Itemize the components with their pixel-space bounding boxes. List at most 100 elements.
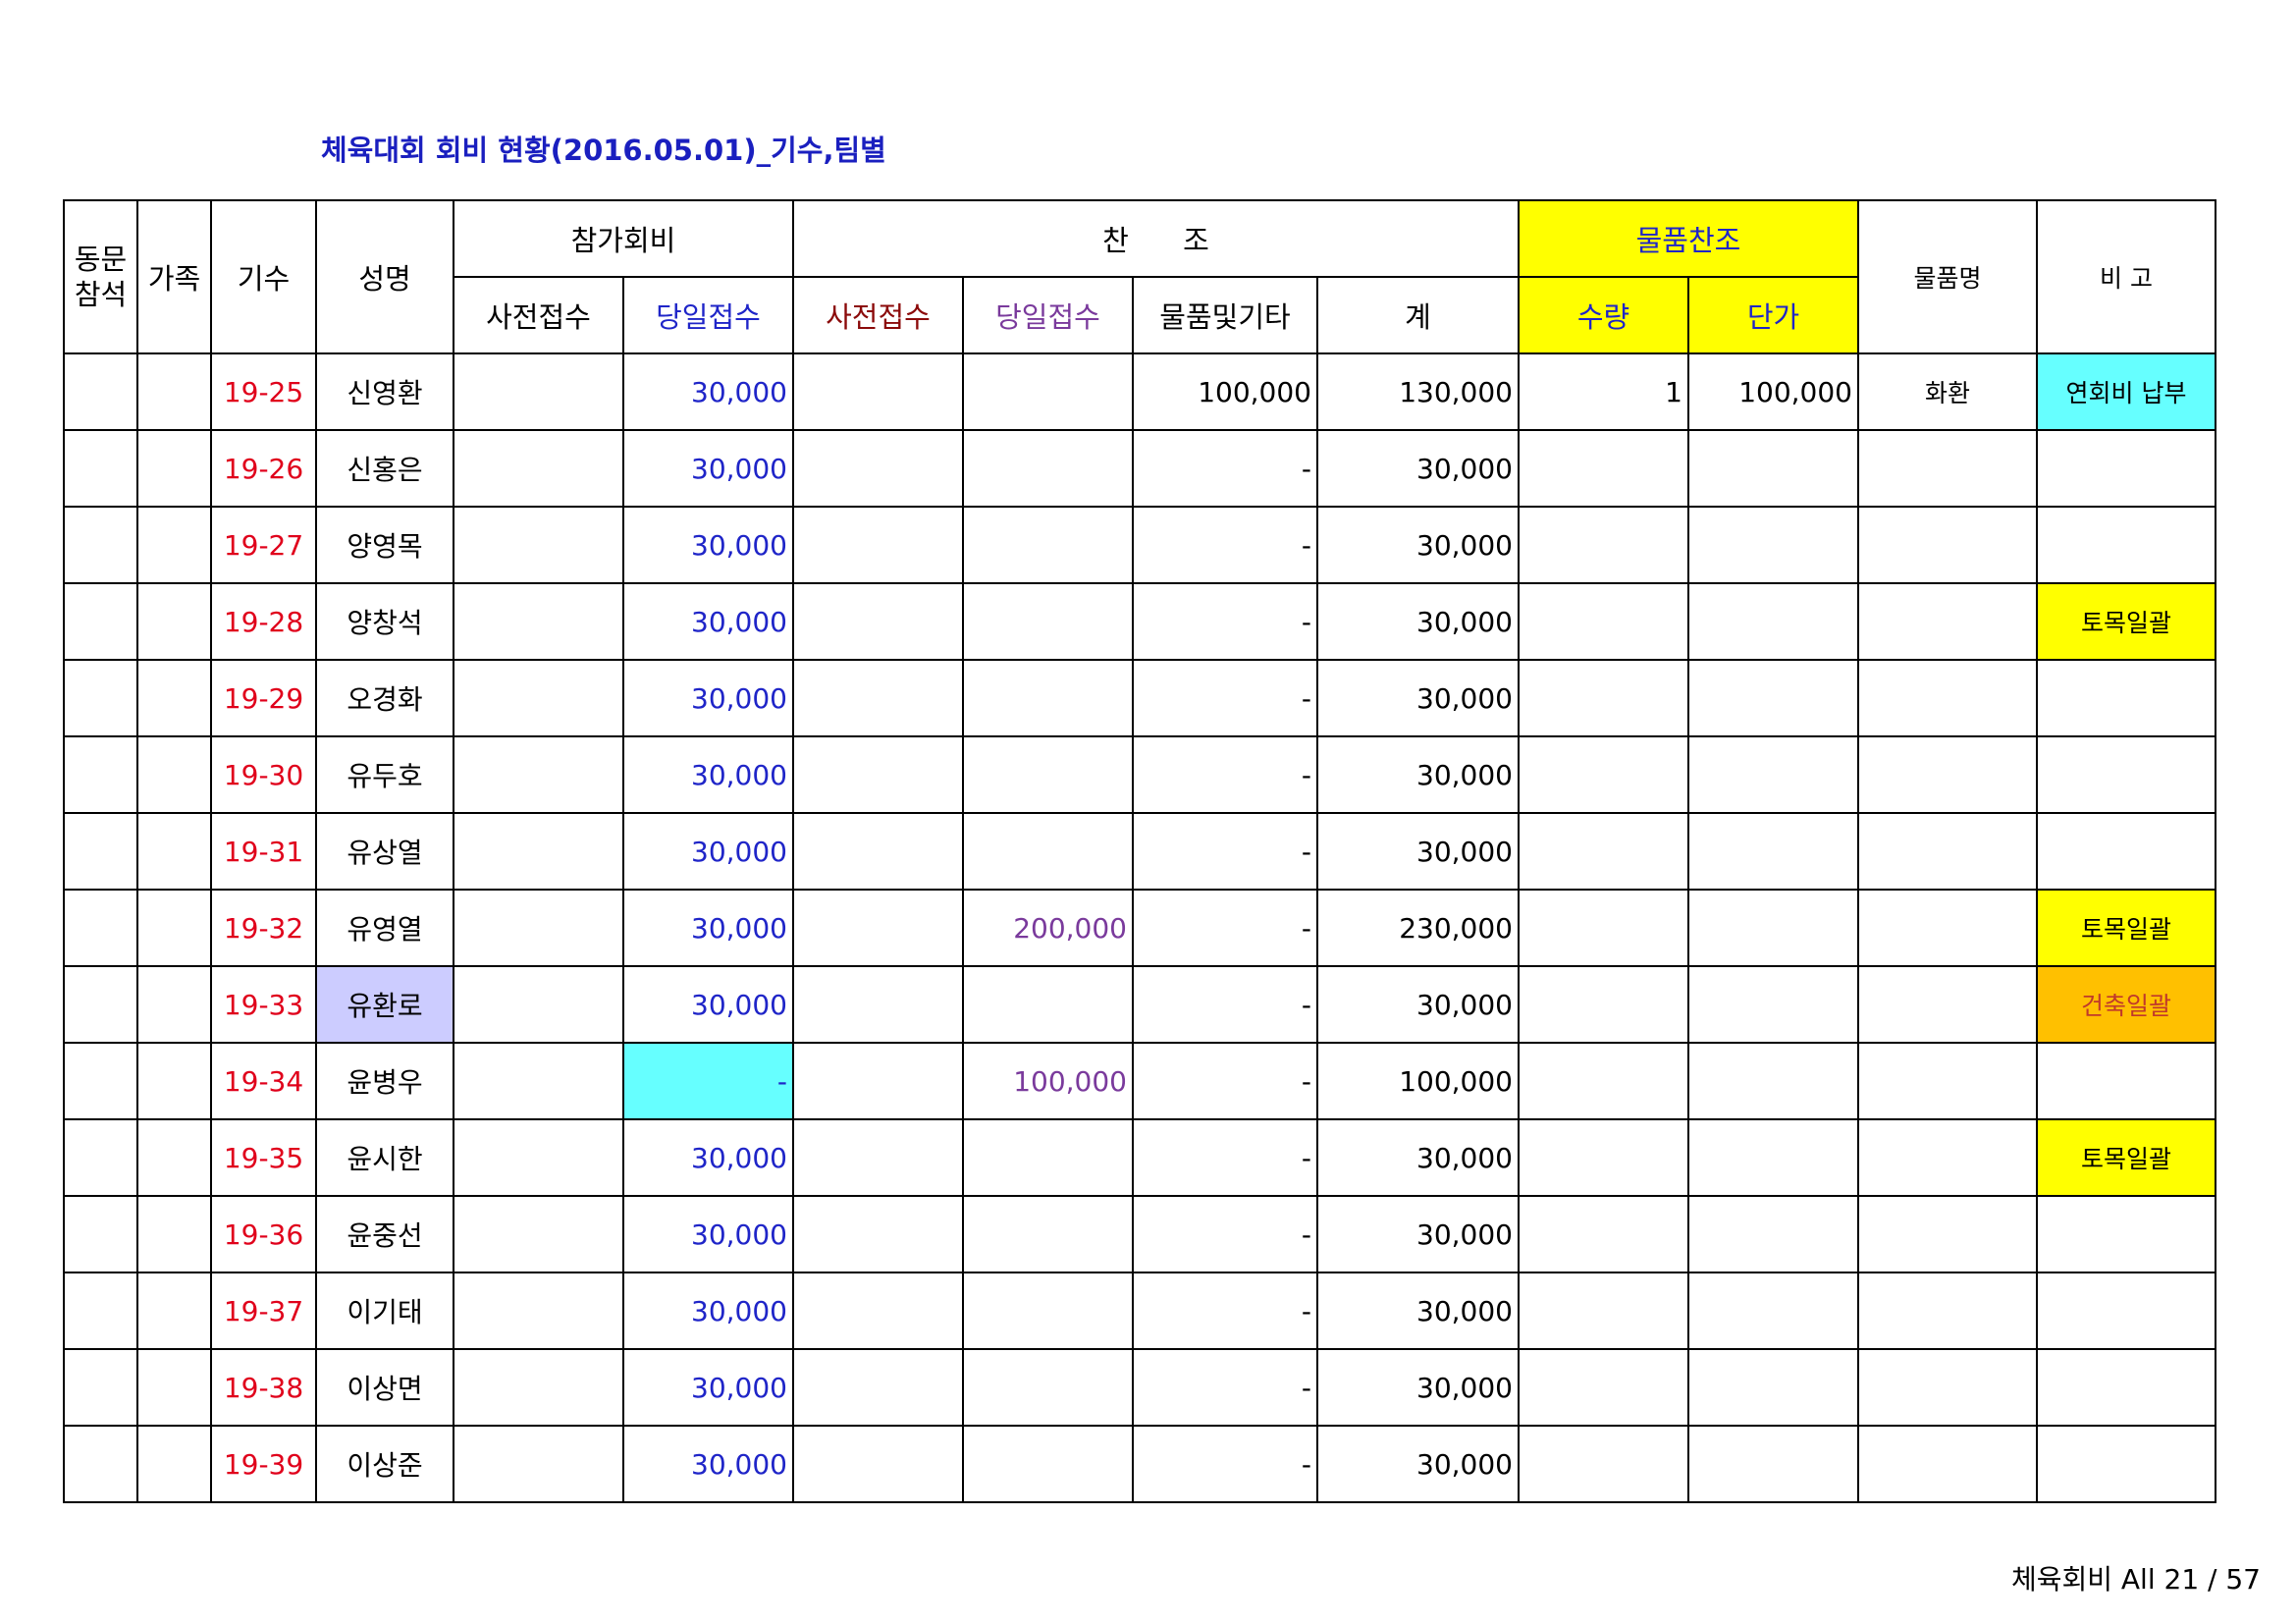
name-cell: 유환로 <box>315 965 454 1044</box>
gisu-cell: 19-34 <box>210 1042 317 1120</box>
qty-cell <box>1518 582 1689 661</box>
fee-pre-cell <box>453 1195 624 1273</box>
header-qty: 수량 <box>1518 276 1689 354</box>
qty-cell <box>1518 659 1689 737</box>
sponsor-pre-cell <box>792 1272 964 1350</box>
header-sponsor-total: 계 <box>1316 276 1520 354</box>
header-note: 비 고 <box>2036 199 2216 354</box>
sponsor-day-cell <box>962 965 1134 1044</box>
fee-day-cell: 30,000 <box>622 429 794 508</box>
qty-cell <box>1518 812 1689 891</box>
fee-table: 동문 참석 가족 기수 성명 참가회비 찬 조 물품찬조 물품명 비 고 사전접… <box>63 199 2216 1503</box>
qty-cell <box>1518 735 1689 814</box>
name-cell: 유영열 <box>315 889 454 967</box>
dongmun-cell <box>63 1195 138 1273</box>
fee-day-cell: 30,000 <box>622 352 794 431</box>
sponsor-day-cell: 200,000 <box>962 889 1134 967</box>
header-unit-price: 단가 <box>1687 276 1859 354</box>
unit-price-cell <box>1687 889 1859 967</box>
name-cell: 오경화 <box>315 659 454 737</box>
fee-pre-cell <box>453 429 624 508</box>
goods-name-cell <box>1857 1118 2038 1197</box>
unit-price-cell: 100,000 <box>1687 352 1859 431</box>
header-dongmun: 동문 참석 <box>63 199 138 354</box>
note-cell <box>2036 1425 2216 1503</box>
header-sponsor-group: 찬 조 <box>792 199 1520 278</box>
goods-name-cell <box>1857 429 2038 508</box>
family-cell <box>136 352 212 431</box>
note-cell <box>2036 506 2216 584</box>
sponsor-pre-cell <box>792 506 964 584</box>
note-cell: 토목일괄 <box>2036 889 2216 967</box>
goods-name-cell <box>1857 1042 2038 1120</box>
sponsor-day-cell <box>962 352 1134 431</box>
sponsor-total-cell: 30,000 <box>1316 582 1520 661</box>
sponsor-day-cell <box>962 1195 1134 1273</box>
goods-name-cell <box>1857 1425 2038 1503</box>
fee-pre-cell <box>453 1348 624 1427</box>
table-row: 19-36 윤중선 30,000-30,000 <box>63 1195 2216 1273</box>
gisu-cell: 19-29 <box>210 659 317 737</box>
fee-day-cell: 30,000 <box>622 1348 794 1427</box>
qty-cell <box>1518 1348 1689 1427</box>
fee-pre-cell <box>453 659 624 737</box>
unit-price-cell <box>1687 965 1859 1044</box>
fee-day-cell: 30,000 <box>622 1272 794 1350</box>
sponsor-day-cell <box>962 735 1134 814</box>
header-dongmun-line1: 동문 <box>74 243 128 276</box>
header-row-1: 동문 참석 가족 기수 성명 참가회비 찬 조 물품찬조 물품명 비 고 <box>63 199 2216 354</box>
family-cell <box>136 1042 212 1120</box>
sponsor-total-cell: 30,000 <box>1316 506 1520 584</box>
sponsor-pre-cell <box>792 352 964 431</box>
sponsor-pre-cell <box>792 1348 964 1427</box>
header-sponsor-pre: 사전접수 <box>792 276 964 354</box>
sponsor-day-cell <box>962 659 1134 737</box>
note-cell: 건축일괄 <box>2036 965 2216 1044</box>
gisu-cell: 19-31 <box>210 812 317 891</box>
sponsor-total-cell: 30,000 <box>1316 1425 1520 1503</box>
table-row: 19-27 양영목 30,000-30,000 <box>63 506 2216 584</box>
sponsor-goods-cell: - <box>1132 1195 1318 1273</box>
sponsor-goods-cell: - <box>1132 1272 1318 1350</box>
name-cell: 윤시한 <box>315 1118 454 1197</box>
table-row: 19-38 이상면 30,000-30,000 <box>63 1348 2216 1427</box>
sponsor-goods-cell: - <box>1132 965 1318 1044</box>
sponsor-pre-cell <box>792 1195 964 1273</box>
sponsor-total-cell: 30,000 <box>1316 1195 1520 1273</box>
sponsor-day-cell <box>962 1118 1134 1197</box>
table-row: 19-37 이기태 30,000-30,000 <box>63 1272 2216 1350</box>
sponsor-total-cell: 30,000 <box>1316 1118 1520 1197</box>
table-row: 19-32 유영열 30,000 200,000-230,000 토목일괄 <box>63 889 2216 967</box>
dongmun-cell <box>63 659 138 737</box>
family-cell <box>136 1348 212 1427</box>
table-row: 19-28 양창석 30,000-30,000 토목일괄 <box>63 582 2216 661</box>
goods-name-cell <box>1857 889 2038 967</box>
goods-name-cell <box>1857 506 2038 584</box>
note-cell <box>2036 1272 2216 1350</box>
sponsor-pre-cell <box>792 1425 964 1503</box>
fee-day-cell: 30,000 <box>622 659 794 737</box>
gisu-cell: 19-36 <box>210 1195 317 1273</box>
qty-cell: 1 <box>1518 352 1689 431</box>
sponsor-total-cell: 30,000 <box>1316 735 1520 814</box>
name-cell: 유상열 <box>315 812 454 891</box>
note-cell <box>2036 429 2216 508</box>
fee-pre-cell <box>453 506 624 584</box>
name-cell: 윤중선 <box>315 1195 454 1273</box>
table-row: 19-33 유환로 30,000-30,000 건축일괄 <box>63 965 2216 1044</box>
sponsor-goods-cell: - <box>1132 1425 1318 1503</box>
header-sponsor-day: 당일접수 <box>962 276 1134 354</box>
name-cell: 양창석 <box>315 582 454 661</box>
goods-name-cell: 화환 <box>1857 352 2038 431</box>
fee-pre-cell <box>453 582 624 661</box>
goods-name-cell <box>1857 812 2038 891</box>
unit-price-cell <box>1687 1272 1859 1350</box>
note-cell: 연회비 납부 <box>2036 352 2216 431</box>
sponsor-pre-cell <box>792 659 964 737</box>
family-cell <box>136 506 212 584</box>
sponsor-day-cell <box>962 429 1134 508</box>
header-sponsor-goods: 물품및기타 <box>1132 276 1318 354</box>
note-cell <box>2036 1042 2216 1120</box>
family-cell <box>136 582 212 661</box>
note-cell <box>2036 1348 2216 1427</box>
